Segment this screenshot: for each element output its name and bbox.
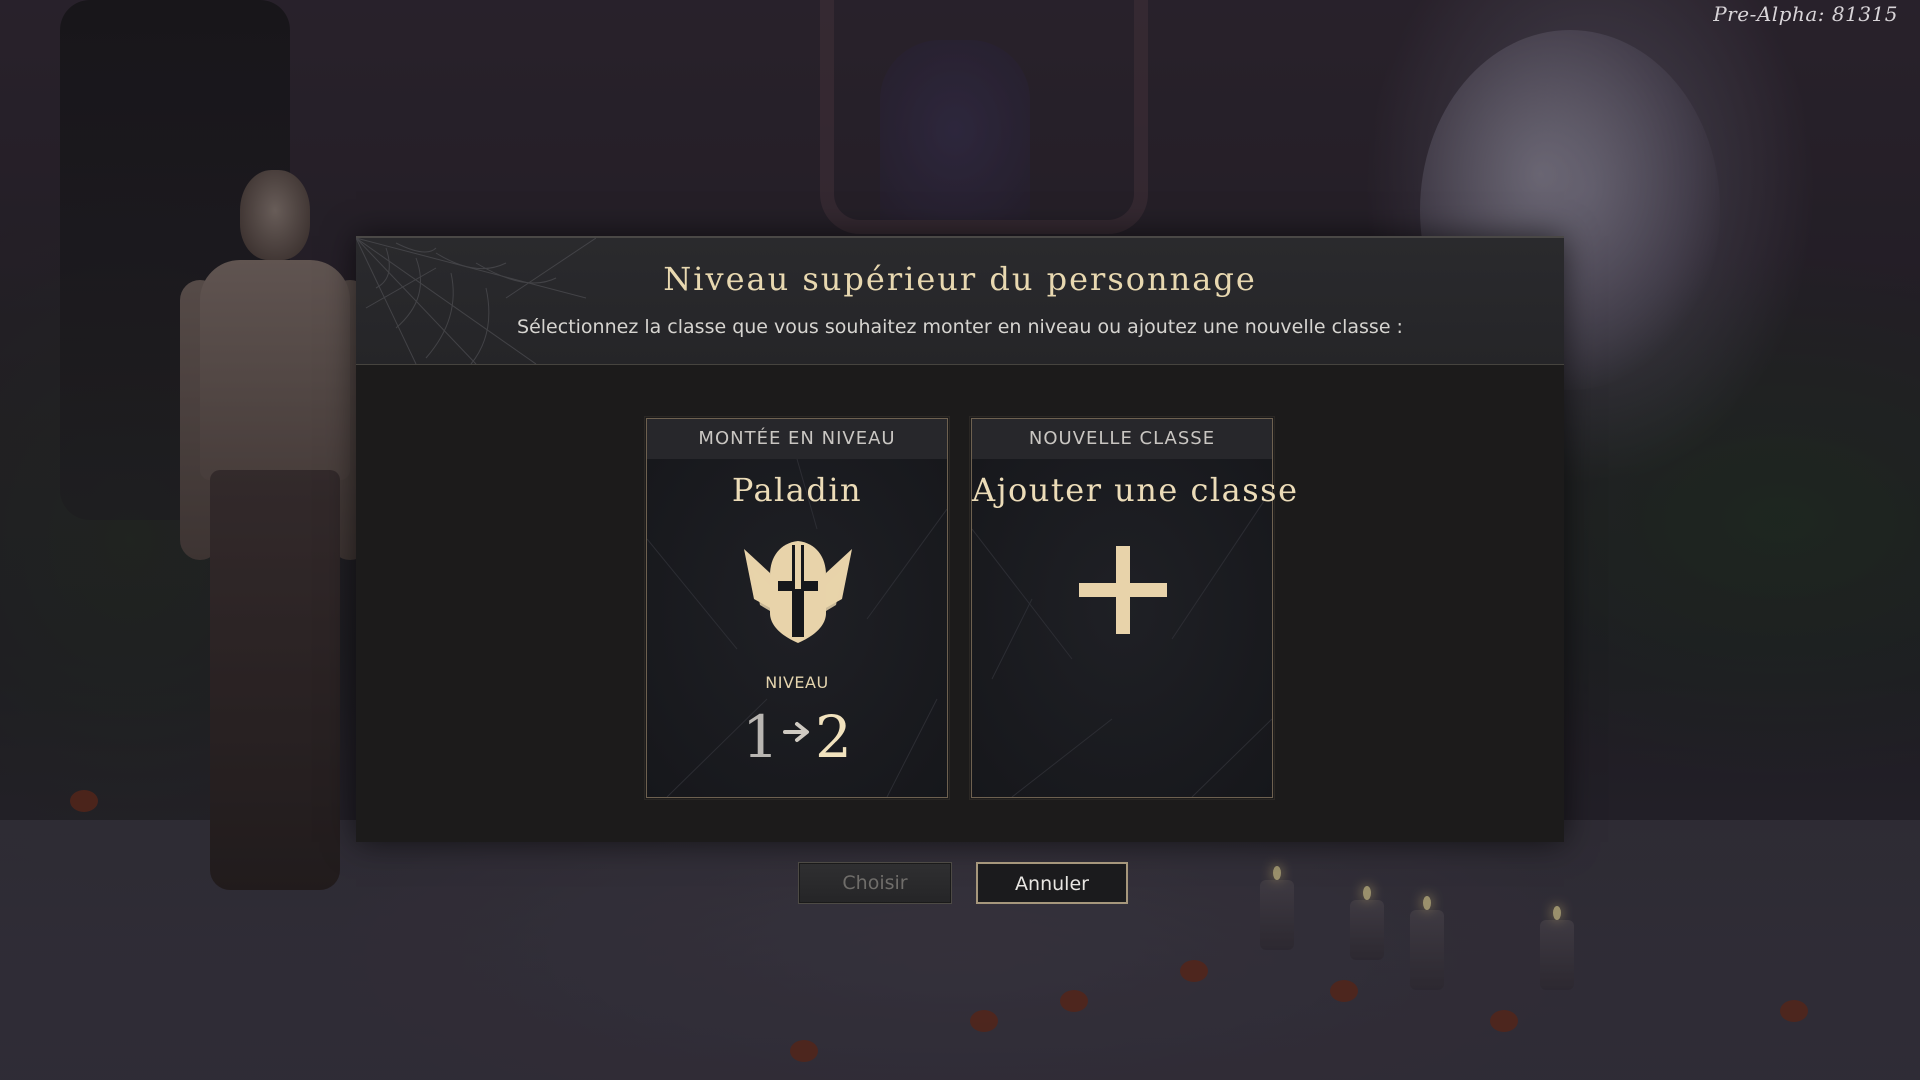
plus-icon: [1079, 546, 1167, 634]
dialog-subtitle: Sélectionnez la classe que vous souhaite…: [517, 316, 1403, 338]
level-label: NIVEAU: [765, 673, 829, 692]
card-tab-label: MONTÉE EN NIVEAU: [647, 419, 947, 459]
level-progress: 1 2: [647, 702, 947, 772]
dialog-title: Niveau supérieur du personnage: [663, 260, 1257, 298]
level-up-class-card[interactable]: MONTÉE EN NIVEAU Paladin NIVEAU 1 2: [644, 416, 950, 800]
add-class-title: Ajouter une classe: [972, 471, 1299, 509]
next-level: 2: [815, 703, 852, 771]
new-class-card[interactable]: NOUVELLE CLASSE Ajouter une classe: [969, 416, 1299, 800]
build-version-label: Pre-Alpha: 81315: [1713, 2, 1898, 26]
spiderweb-decoration-icon: [356, 238, 596, 364]
level-up-dialog: Niveau supérieur du personnage Sélection…: [356, 236, 1564, 842]
class-name: Paladin: [731, 471, 863, 509]
card-tab-label: NOUVELLE CLASSE: [972, 419, 1272, 459]
dialog-header: Niveau supérieur du personnage Sélection…: [356, 236, 1564, 365]
cancel-button[interactable]: Annuler: [976, 862, 1128, 904]
game-scene: Pre-Alpha: 81315 Niveau supérieur du per…: [0, 0, 1920, 1080]
choose-button[interactable]: Choisir: [798, 862, 952, 904]
arrow-right-icon: [783, 722, 809, 742]
current-level: 1: [742, 703, 779, 771]
paladin-helmet-icon: [744, 541, 852, 643]
